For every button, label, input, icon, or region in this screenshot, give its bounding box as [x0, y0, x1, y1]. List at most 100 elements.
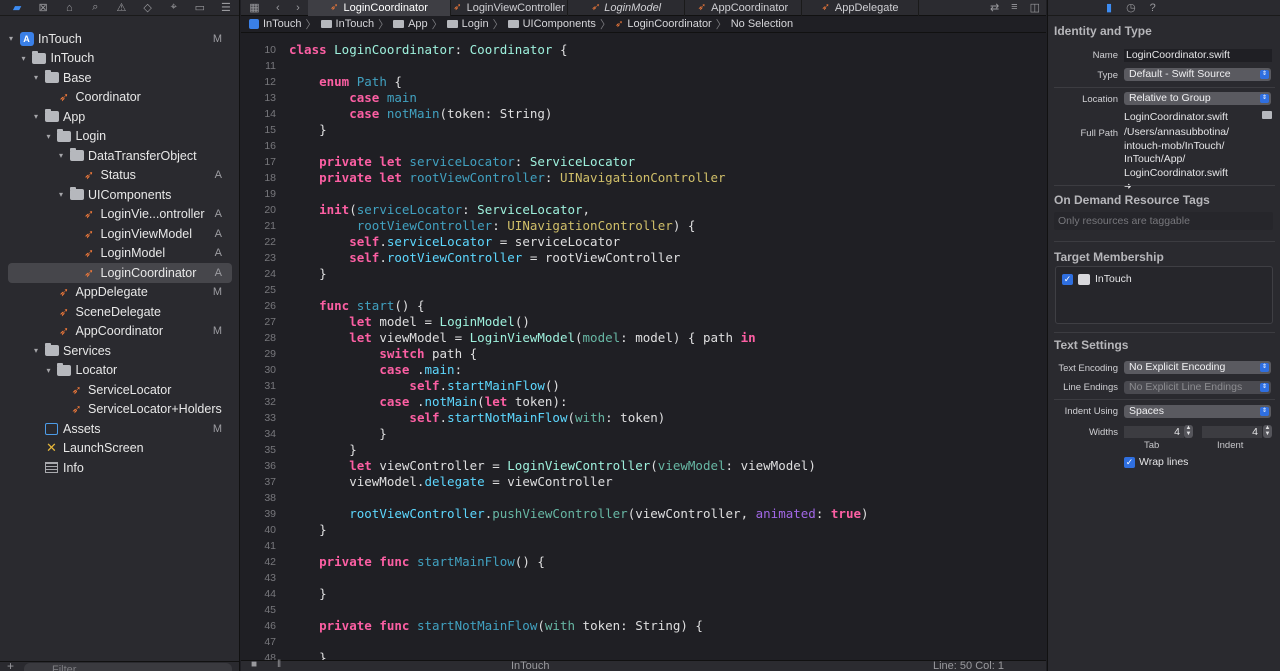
- code-line[interactable]: 24 }: [241, 266, 1046, 282]
- tree-item[interactable]: ▾ InTouch: [0, 49, 240, 69]
- disclosure-chevron-icon[interactable]: ▾: [56, 190, 66, 199]
- editor-tab[interactable]: ➶ AppCoordinator: [685, 0, 802, 16]
- jumpbar-segment[interactable]: App: [393, 18, 428, 30]
- line-endings-popup[interactable]: No Explicit Line Endings ⇕: [1124, 381, 1271, 394]
- code-line[interactable]: 13 case main: [241, 90, 1046, 106]
- code-line[interactable]: 47: [241, 634, 1046, 650]
- tree-item[interactable]: ➶ Coordinator: [0, 88, 240, 108]
- code-line[interactable]: 11: [241, 58, 1046, 74]
- tree-item[interactable]: ➶ AppCoordinator M: [0, 322, 240, 342]
- disclosure-chevron-icon[interactable]: ▾: [31, 346, 41, 355]
- code-line[interactable]: 23 self.rootViewController = rootViewCon…: [241, 250, 1046, 266]
- jumpbar-segment[interactable]: InTouch: [249, 18, 302, 30]
- jumpbar-segment[interactable]: InTouch: [320, 18, 374, 30]
- breakpoint-icon[interactable]: ▭: [187, 0, 213, 16]
- code-line[interactable]: 31 self.startMainFlow(): [241, 378, 1046, 394]
- indent-using-popup[interactable]: Spaces ⇕: [1124, 405, 1271, 418]
- code-line[interactable]: 33 self.startNotMainFlow(with: token): [241, 410, 1046, 426]
- tree-item[interactable]: ➶ ServiceLocator+Holders: [0, 400, 240, 420]
- disclosure-chevron-icon[interactable]: ▾: [44, 132, 54, 141]
- type-popup[interactable]: Default - Swift Source ⇕: [1124, 68, 1271, 81]
- pause-icon[interactable]: ‖: [277, 659, 281, 670]
- code-line[interactable]: 38: [241, 490, 1046, 506]
- encoding-popup[interactable]: No Explicit Encoding ⇕: [1124, 361, 1271, 374]
- tree-item[interactable]: ▾ App: [0, 107, 240, 127]
- code-line[interactable]: 19: [241, 186, 1046, 202]
- editor-tab[interactable]: ➶ AppDelegate: [802, 0, 919, 16]
- code-line[interactable]: 29 switch path {: [241, 346, 1046, 362]
- code-line[interactable]: 35 }: [241, 442, 1046, 458]
- folder-icon[interactable]: ▰: [4, 0, 30, 16]
- code-line[interactable]: 30 case .main:: [241, 362, 1046, 378]
- tree-item[interactable]: ➶ ServiceLocator: [0, 380, 240, 400]
- hierarchy-icon[interactable]: ⌂: [56, 0, 82, 16]
- search-icon[interactable]: ⌕: [82, 0, 108, 16]
- tree-item[interactable]: ▾ Services: [0, 341, 240, 361]
- code-line[interactable]: 12 enum Path {: [241, 74, 1046, 90]
- code-line[interactable]: 18 private let rootViewController: UINav…: [241, 170, 1046, 186]
- back-chevron-icon[interactable]: ‹: [276, 2, 280, 14]
- warning-icon[interactable]: ⚠: [108, 0, 134, 16]
- code-line[interactable]: 36 let viewController = LoginViewControl…: [241, 458, 1046, 474]
- code-line[interactable]: 27 let model = LoginModel(): [241, 314, 1046, 330]
- tree-item[interactable]: ➶ Status A: [0, 166, 240, 186]
- code-line[interactable]: 25: [241, 282, 1046, 298]
- history-icon[interactable]: ◷: [1126, 1, 1136, 14]
- test-icon[interactable]: ◇: [135, 0, 161, 16]
- help-icon[interactable]: ?: [1150, 2, 1156, 14]
- target-checkbox[interactable]: ✓: [1062, 273, 1073, 285]
- tree-item[interactable]: ▾ Login: [0, 127, 240, 147]
- indent-width-field[interactable]: 4: [1202, 426, 1262, 438]
- jumpbar-segment[interactable]: ➶ LoginCoordinator: [615, 18, 712, 30]
- code-line[interactable]: 15 }: [241, 122, 1046, 138]
- code-line[interactable]: 39 rootViewController.pushViewController…: [241, 506, 1046, 522]
- tree-item[interactable]: Assets M: [0, 419, 240, 439]
- code-line[interactable]: 37 viewModel.delegate = viewController: [241, 474, 1046, 490]
- disclosure-chevron-icon[interactable]: ▾: [19, 54, 29, 63]
- tree-item[interactable]: ▾ Locator: [0, 361, 240, 381]
- code-line[interactable]: 22 self.serviceLocator = serviceLocator: [241, 234, 1046, 250]
- disclosure-chevron-icon[interactable]: ▾: [44, 366, 54, 375]
- code-line[interactable]: 42 private func startMainFlow() {: [241, 554, 1046, 570]
- disclosure-chevron-icon[interactable]: ▾: [31, 112, 41, 121]
- code-line[interactable]: 32 case .notMain(let token):: [241, 394, 1046, 410]
- code-line[interactable]: 34 }: [241, 426, 1046, 442]
- jumpbar-segment[interactable]: UIComponents: [507, 18, 596, 30]
- editor-tab[interactable]: ➶ LoginModel: [568, 0, 685, 16]
- code-line[interactable]: 14 case notMain(token: String): [241, 106, 1046, 122]
- jumpbar-segment[interactable]: Login: [446, 18, 489, 30]
- code-line[interactable]: 10 class LoginCoordinator: Coordinator {: [241, 42, 1046, 58]
- code-line[interactable]: 41: [241, 538, 1046, 554]
- add-file-button[interactable]: +: [7, 659, 14, 671]
- split-editor-icon[interactable]: ◫: [1030, 1, 1040, 14]
- code-line[interactable]: 40 }: [241, 522, 1046, 538]
- tree-item[interactable]: ▾ Base: [0, 68, 240, 88]
- tree-item[interactable]: ➶ LoginCoordinator A: [8, 263, 232, 283]
- tree-item[interactable]: ➶ LoginModel A: [0, 244, 240, 264]
- tree-item[interactable]: Info: [0, 458, 240, 478]
- jumpbar-segment[interactable]: No Selection: [731, 18, 793, 30]
- tree-item[interactable]: ➶ LoginVie...ontroller A: [0, 205, 240, 225]
- location-popup[interactable]: Relative to Group ⇕: [1124, 92, 1271, 105]
- tab-width-field[interactable]: 4: [1124, 426, 1184, 438]
- code-line[interactable]: 16: [241, 138, 1046, 154]
- grid-icon[interactable]: ▦: [249, 1, 259, 14]
- folder-icon[interactable]: [1262, 111, 1272, 119]
- indent-width-stepper[interactable]: ▲ ▼: [1263, 425, 1272, 438]
- code-line[interactable]: 43: [241, 570, 1046, 586]
- code-line[interactable]: 46 private func startNotMainFlow(with to…: [241, 618, 1046, 634]
- forward-chevron-icon[interactable]: ›: [296, 2, 300, 14]
- disclosure-chevron-icon[interactable]: ▾: [6, 34, 16, 43]
- report-icon[interactable]: ☰: [213, 0, 239, 16]
- tree-item[interactable]: ▾ DataTransferObject: [0, 146, 240, 166]
- code-line[interactable]: 48 }: [241, 650, 1046, 660]
- tree-item[interactable]: ➶ LoginViewModel A: [0, 224, 240, 244]
- tree-item[interactable]: ➶ SceneDelegate: [0, 302, 240, 322]
- tree-item[interactable]: ✕ LaunchScreen: [0, 439, 240, 459]
- debug-icon[interactable]: ⌖: [161, 0, 187, 16]
- code-line[interactable]: 45: [241, 602, 1046, 618]
- odr-tags-field[interactable]: Only resources are taggable: [1054, 212, 1273, 230]
- code-line[interactable]: 26 func start() {: [241, 298, 1046, 314]
- tree-item[interactable]: ▾ UIComponents: [0, 185, 240, 205]
- code-line[interactable]: 21 rootViewController: UINavigationContr…: [241, 218, 1046, 234]
